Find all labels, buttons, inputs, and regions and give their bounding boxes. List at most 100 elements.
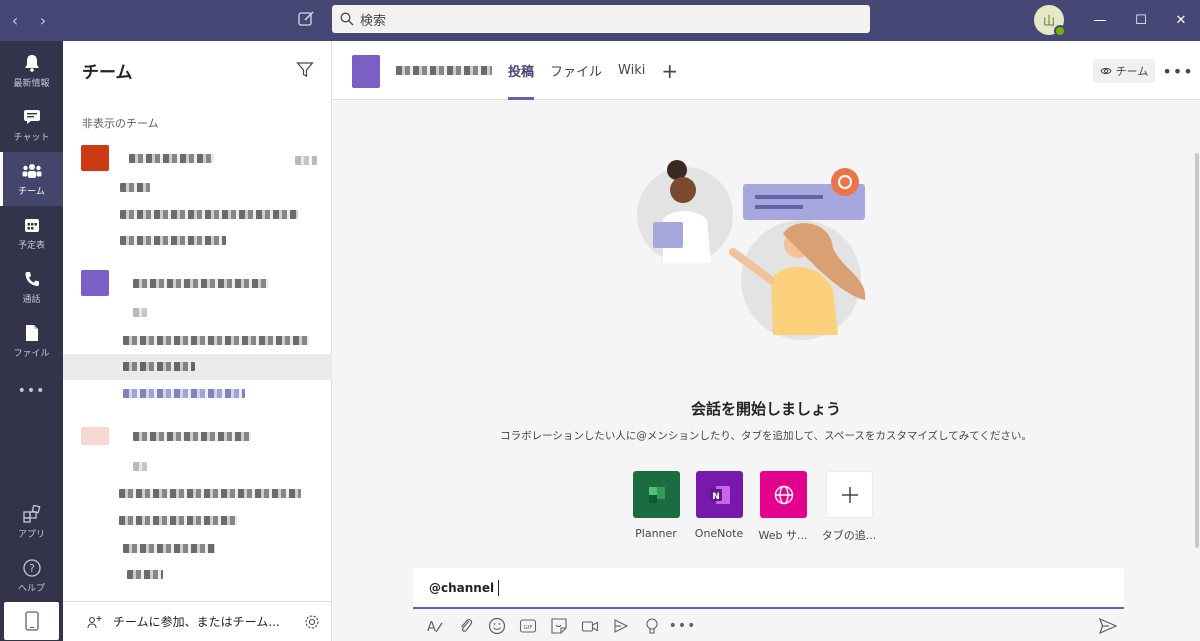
more-apps-icon[interactable]: ••• xyxy=(669,617,696,636)
app-label: OneNote xyxy=(694,527,744,540)
rail-label: 最新情報 xyxy=(13,79,50,89)
rail-item-files[interactable]: ファイル xyxy=(0,314,63,368)
svg-text:GIF: GIF xyxy=(523,625,532,631)
send-icon[interactable] xyxy=(1098,616,1118,636)
apps-icon xyxy=(22,504,42,524)
rail-item-help[interactable]: ? ヘルプ xyxy=(0,549,63,603)
rail-label: 予定表 xyxy=(17,241,45,251)
filter-icon[interactable] xyxy=(296,61,314,79)
tab-wiki[interactable]: Wiki xyxy=(618,41,645,100)
channel-item-selected[interactable] xyxy=(63,354,332,380)
compose-text: @channel xyxy=(429,580,495,595)
eye-icon xyxy=(1100,67,1112,75)
minimize-button[interactable]: — xyxy=(1077,0,1123,41)
rail-item-calendar[interactable]: 予定表 xyxy=(0,206,63,260)
format-icon[interactable]: A xyxy=(425,617,444,636)
meet-now-icon[interactable] xyxy=(580,617,599,636)
presence-available-icon xyxy=(1054,25,1066,37)
back-icon[interactable]: ‹ xyxy=(8,11,22,30)
stream-icon[interactable] xyxy=(611,617,630,636)
svg-text:?: ? xyxy=(29,562,35,575)
rail-item-more[interactable]: ••• xyxy=(0,364,63,418)
app-label: Planner xyxy=(635,527,677,540)
channel-tabs: 投稿 ファイル Wiki + xyxy=(508,41,678,100)
channel-item[interactable] xyxy=(133,308,147,317)
praise-icon[interactable] xyxy=(642,617,661,636)
planner-app-tile[interactable] xyxy=(633,471,680,518)
rail-item-activity[interactable]: 最新情報 xyxy=(0,44,63,98)
team-info-label: チーム xyxy=(1115,65,1149,78)
rail-item-apps[interactable]: アプリ xyxy=(0,495,63,549)
channel-item[interactable] xyxy=(123,544,215,553)
gear-icon[interactable] xyxy=(304,614,320,630)
more-options-icon[interactable]: ••• xyxy=(1162,59,1192,83)
message-compose-input[interactable]: @channel xyxy=(413,568,1124,609)
channel-item[interactable] xyxy=(133,462,147,471)
add-tab-tile[interactable] xyxy=(826,471,873,518)
team-avatar xyxy=(81,270,109,296)
rail-label: ファイル xyxy=(13,349,50,359)
app-label: Web サ... xyxy=(758,529,808,542)
empty-state-subtitle: コラボレーションしたい人に@メンションしたり、タブを追加して、スペースをカスタマ… xyxy=(500,430,1032,442)
rail-label: チーム xyxy=(18,187,45,197)
teams-icon xyxy=(22,161,42,181)
avatar-initial: 山 xyxy=(1042,13,1055,28)
tab-files[interactable]: ファイル xyxy=(550,41,602,100)
team-item[interactable] xyxy=(63,270,332,298)
scrollbar[interactable] xyxy=(1195,153,1199,548)
channel-header: 投稿 ファイル Wiki + チーム ••• xyxy=(332,41,1200,100)
app-label: タブの追... xyxy=(821,529,877,542)
channel-title-redacted xyxy=(396,66,492,75)
calendar-icon xyxy=(22,215,42,235)
team-info-button[interactable]: チーム xyxy=(1093,59,1155,83)
team-avatar xyxy=(81,427,109,445)
sticker-icon[interactable] xyxy=(549,617,568,636)
channel-team-avatar xyxy=(352,55,380,88)
compose-toolbar: A GIF ••• xyxy=(425,614,696,638)
close-button[interactable]: ✕ xyxy=(1158,0,1200,41)
channel-item[interactable] xyxy=(127,570,163,579)
join-create-label: チームに参加、またはチーム... xyxy=(113,615,280,629)
rail-label: 通話 xyxy=(22,295,41,305)
avatar[interactable]: 山 xyxy=(1034,5,1066,37)
bell-icon xyxy=(22,53,42,73)
channel-item[interactable] xyxy=(120,236,226,245)
rail-label: チャット xyxy=(13,133,50,143)
website-app-tile[interactable] xyxy=(760,471,807,518)
forward-icon[interactable]: › xyxy=(36,11,50,30)
add-tab-button[interactable]: + xyxy=(661,41,678,100)
search-placeholder: 検索 xyxy=(360,13,387,29)
rail-item-calls[interactable]: 通話 xyxy=(0,260,63,314)
channel-item[interactable] xyxy=(119,516,237,525)
mobile-download-button[interactable] xyxy=(4,602,59,640)
channel-item[interactable] xyxy=(119,489,301,498)
emoji-icon[interactable] xyxy=(487,617,506,636)
rail-item-chat[interactable]: チャット xyxy=(0,98,63,152)
channel-item[interactable] xyxy=(123,389,245,398)
team-avatar xyxy=(81,145,109,171)
add-people-icon xyxy=(87,615,102,628)
channel-item[interactable] xyxy=(123,336,309,345)
team-name-redacted xyxy=(133,279,269,288)
history-nav: ‹ › xyxy=(8,0,50,41)
team-name-redacted xyxy=(133,432,251,441)
svg-text:N: N xyxy=(712,492,720,502)
team-options-redacted xyxy=(295,156,317,165)
join-create-team[interactable]: チームに参加、またはチーム... xyxy=(63,601,332,641)
rail-label: アプリ xyxy=(17,530,45,540)
teams-panel: チーム 非表示のチーム チームに参加、またはチーム... xyxy=(63,41,332,641)
attach-icon[interactable] xyxy=(456,617,475,636)
gif-icon[interactable]: GIF xyxy=(518,617,537,636)
tab-posts[interactable]: 投稿 xyxy=(508,41,535,100)
new-chat-icon[interactable] xyxy=(296,9,316,29)
team-item[interactable] xyxy=(63,145,332,173)
channel-item[interactable] xyxy=(120,183,150,192)
plus-icon xyxy=(841,486,858,503)
help-icon: ? xyxy=(22,558,42,578)
channel-name-redacted xyxy=(123,362,195,371)
channel-item[interactable] xyxy=(120,210,298,219)
team-item[interactable] xyxy=(63,423,332,451)
onenote-app-tile[interactable]: N xyxy=(696,471,743,518)
rail-item-teams[interactable]: チーム xyxy=(0,152,63,206)
search-input[interactable]: 検索 xyxy=(332,5,870,33)
